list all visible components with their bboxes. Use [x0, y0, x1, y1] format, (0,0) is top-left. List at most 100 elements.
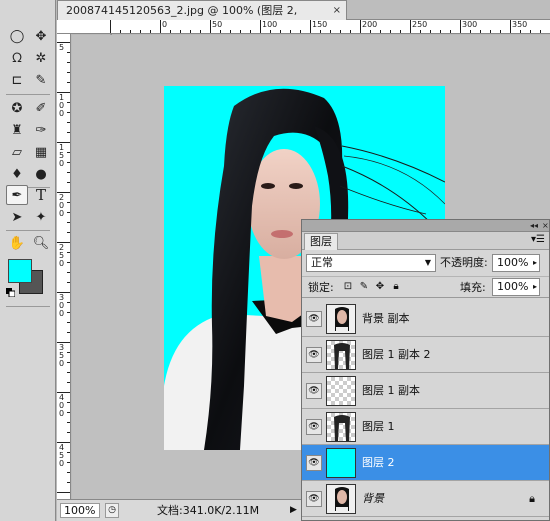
- ruler-tick: [67, 412, 70, 413]
- eyedropper-icon[interactable]: ✎: [30, 70, 52, 90]
- ruler-tick: [460, 20, 461, 33]
- status-preview-icon[interactable]: ◷: [105, 503, 119, 518]
- close-icon[interactable]: ×: [333, 1, 341, 20]
- ruler-tick: [67, 62, 70, 63]
- collapse-panel-icon[interactable]: ◂◂: [530, 220, 538, 231]
- zoom-field[interactable]: 100%: [60, 503, 100, 518]
- layer-row[interactable]: 👁︎ 图层 1 副本 2: [302, 337, 549, 373]
- layer-thumbnail: [326, 484, 356, 514]
- ruler-tick: [67, 422, 70, 423]
- opacity-field[interactable]: 100% ▸: [492, 254, 540, 272]
- ruler-tick: [67, 382, 70, 383]
- ruler-tick: [340, 30, 341, 33]
- ruler-tick: [290, 30, 291, 33]
- ruler-tick: [420, 30, 421, 33]
- lasso-icon[interactable]: ᘯ: [6, 48, 28, 68]
- ruler-tick: [67, 122, 70, 123]
- tab-layers[interactable]: 图层: [304, 233, 338, 250]
- ruler-tick: [240, 30, 241, 33]
- status-menu-arrow-icon[interactable]: ▶: [290, 503, 297, 518]
- layer-name: 背景 副本: [362, 312, 410, 325]
- layer-row[interactable]: 👁︎ 图层 1 副本: [302, 373, 549, 409]
- spot-heal-icon[interactable]: ✪: [6, 98, 28, 118]
- ruler-label: 350: [512, 20, 528, 29]
- document-size: 文档:341.0K/2.11M: [157, 504, 260, 517]
- ruler-tick: [370, 30, 371, 33]
- ruler-label: 50: [212, 20, 223, 29]
- fill-field[interactable]: 100% ▸: [492, 278, 540, 296]
- panel-tab-bar: 图层 ▾☰: [302, 232, 549, 250]
- layer-row[interactable]: 👁︎ 背景 副本: [302, 301, 549, 337]
- crop-icon[interactable]: ⊏: [6, 70, 28, 90]
- foreground-color-swatch[interactable]: [8, 259, 32, 283]
- layer-row-active[interactable]: 👁︎ 图层 2: [302, 445, 549, 481]
- chevron-right-icon[interactable]: ▸: [533, 255, 537, 271]
- default-colors-icon[interactable]: [6, 288, 15, 297]
- layer-thumbnail: [326, 412, 356, 442]
- eraser-icon[interactable]: ▱: [6, 142, 28, 162]
- ruler-tick: [67, 152, 70, 153]
- chevron-right-icon[interactable]: ▸: [533, 279, 537, 295]
- ellipse-marquee-icon[interactable]: ◯: [6, 26, 28, 46]
- ruler-tick: [67, 172, 70, 173]
- layer-name: 背景: [362, 492, 384, 505]
- blend-mode-select[interactable]: 正常 ▼: [306, 254, 436, 272]
- stamp-icon[interactable]: ♜: [6, 120, 28, 140]
- ruler-tick: [470, 30, 471, 33]
- move-icon[interactable]: ✥: [30, 26, 52, 46]
- ruler-tick: [67, 402, 70, 403]
- lock-pixels-icon[interactable]: ✎: [358, 281, 370, 293]
- custom-shape-icon[interactable]: ✦: [30, 207, 52, 227]
- ruler-tick: [67, 472, 70, 473]
- lock-position-icon[interactable]: ✥: [374, 281, 386, 293]
- brush-icon[interactable]: ✐: [30, 98, 52, 118]
- ruler-tick: [67, 72, 70, 73]
- layer-row[interactable]: 👁︎ 背景 🔒︎: [302, 481, 549, 517]
- ruler-tick: [67, 352, 70, 353]
- magic-wand-icon[interactable]: ✲: [30, 48, 52, 68]
- visibility-eye-icon[interactable]: 👁︎: [306, 491, 322, 507]
- visibility-eye-icon[interactable]: 👁︎: [306, 383, 322, 399]
- history-brush-icon[interactable]: ✑: [30, 120, 52, 140]
- layers-panel: ◂◂ × 图层 ▾☰ 正常 ▼ 不透明度: 100% ▸ 锁定: ⊡ ✎ ✥ 🔒…: [301, 219, 550, 521]
- ruler-tick: [67, 312, 70, 313]
- ruler-tick: [320, 30, 321, 33]
- visibility-eye-icon[interactable]: 👁︎: [306, 419, 322, 435]
- layer-row[interactable]: 👁︎ 图层 1: [302, 409, 549, 445]
- ruler-tick: [67, 232, 70, 233]
- ruler-tick: [310, 20, 311, 33]
- layer-list: 👁︎ 背景 副本 👁︎ 图层 1 副本 2 👁︎ 图层 1 副本 👁︎ 图层 1…: [302, 301, 549, 517]
- path-select-icon[interactable]: ➤: [6, 207, 28, 227]
- ruler-tick: [67, 282, 70, 283]
- layer-name: 图层 2: [362, 456, 395, 469]
- layer-name: 图层 1: [362, 420, 395, 433]
- layer-name: 图层 1 副本: [362, 384, 420, 397]
- ruler-tick: [200, 30, 201, 33]
- ruler-tick: [350, 30, 351, 33]
- ruler-tick: [120, 30, 121, 33]
- blur-icon[interactable]: ♦: [6, 164, 28, 184]
- visibility-eye-icon[interactable]: 👁︎: [306, 311, 322, 327]
- visibility-eye-icon[interactable]: 👁︎: [306, 455, 322, 471]
- close-panel-icon[interactable]: ×: [542, 220, 549, 231]
- dodge-icon[interactable]: ●: [30, 164, 52, 184]
- visibility-eye-icon[interactable]: 👁︎: [306, 347, 322, 363]
- layer-thumbnail: [326, 304, 356, 334]
- ruler-tick: [67, 162, 70, 163]
- zoom-icon[interactable]: 🔍︎: [30, 233, 52, 253]
- type-icon[interactable]: T: [30, 185, 52, 205]
- document-tab[interactable]: 200874145120563_2.jpg @ 100% (图层 2, RGB/…: [57, 0, 347, 36]
- gradient-icon[interactable]: ▦: [30, 142, 52, 162]
- lock-all-icon[interactable]: 🔒︎: [390, 281, 402, 293]
- panel-menu-icon[interactable]: ▾☰: [531, 234, 545, 245]
- ruler-tick: [67, 372, 70, 373]
- ruler-tick: [67, 182, 70, 183]
- ruler-tick: [500, 30, 501, 33]
- horizontal-ruler[interactable]: 050100150200250300350400450: [57, 20, 550, 34]
- lock-transparency-icon[interactable]: ⊡: [342, 281, 354, 293]
- vertical-ruler[interactable]: 5 1 0 0 1 5 0 2 0 0 2 5 0 3 0 0 3 5 0 4 0 0 4 5 …: [57, 34, 71, 499]
- ruler-tick: [67, 82, 70, 83]
- panel-title-strip: ◂◂ ×: [302, 220, 549, 232]
- pen-icon[interactable]: ✒: [6, 185, 28, 205]
- hand-icon[interactable]: ✋: [6, 233, 28, 253]
